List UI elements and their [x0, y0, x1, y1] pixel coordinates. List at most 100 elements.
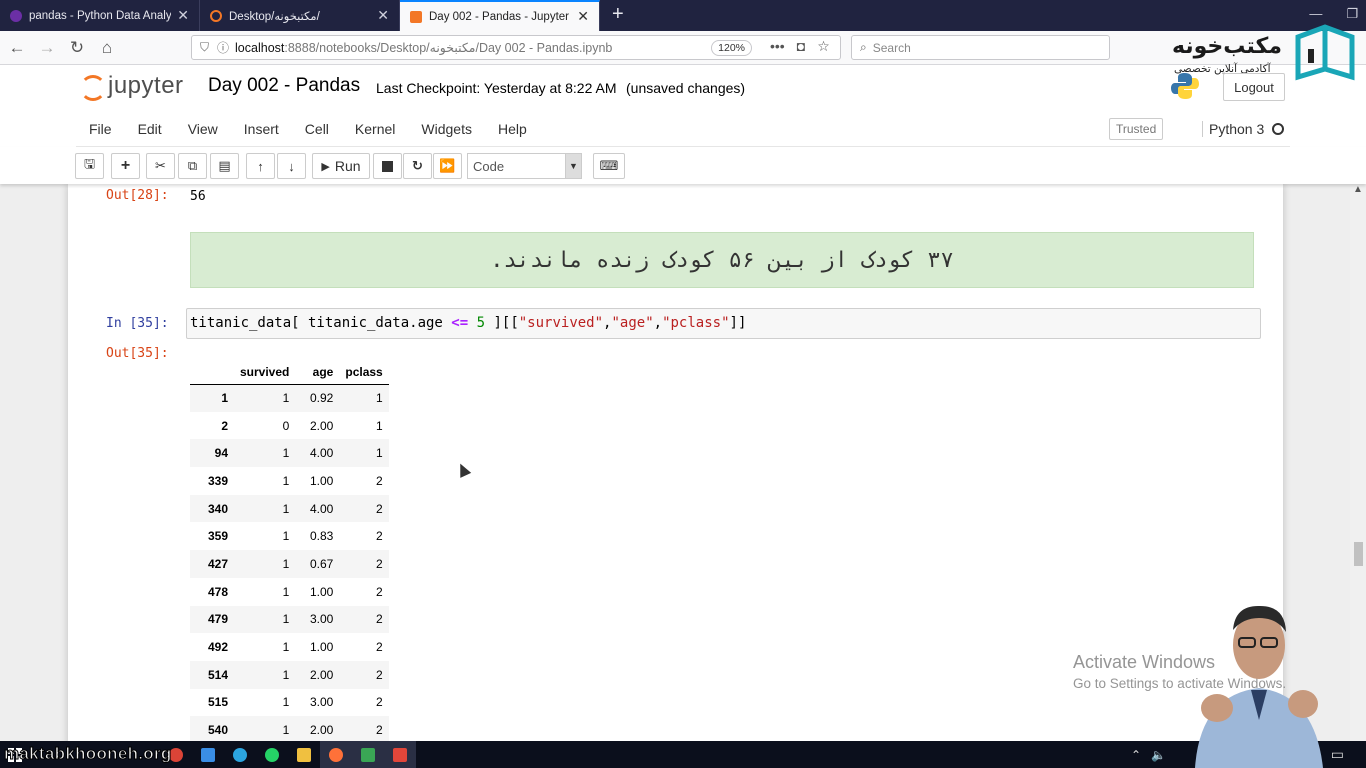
taskbar-camtasia-icon[interactable]	[352, 741, 384, 768]
code-string: "pclass"	[662, 315, 730, 331]
forward-icon[interactable]: →	[34, 35, 60, 61]
column-header: pclass	[339, 360, 389, 385]
move-up-button[interactable]: ↑	[246, 153, 275, 179]
table-row: 1 1 0.92 1	[190, 384, 389, 412]
home-icon[interactable]: ⌂	[94, 35, 120, 61]
close-tab-icon[interactable]: ✕	[377, 7, 389, 24]
taskbar-mail-icon[interactable]	[192, 741, 224, 768]
reload-icon[interactable]: ↻	[64, 35, 90, 61]
browser-tab-strip: pandas - Python Data Analysis ✕ Desktop/…	[0, 0, 1366, 31]
table-cell-pclass: 2	[376, 723, 383, 738]
taskbar-whatsapp-icon[interactable]	[256, 741, 288, 768]
code-cell-editor[interactable]: titanic_data[ titanic_data.age <= 5 ][["…	[186, 308, 1261, 339]
taskbar-explorer-icon[interactable]	[288, 741, 320, 768]
row-index: 479	[207, 612, 228, 627]
zoom-indicator[interactable]: 120%	[711, 39, 752, 56]
markdown-text: ۳۷ کودک از بین ۵۶ کودک زنده ماندند.	[490, 247, 954, 273]
site-info-icon[interactable]: ⓘ	[217, 39, 229, 56]
dataframe-body: 1 1 0.92 1 2 0 2.00 1 94 1 4.00 1 339 1 1.00 2 340 1 4.00 2…	[190, 384, 389, 741]
interrupt-button[interactable]	[373, 153, 402, 179]
restart-icon: ↻	[412, 158, 423, 173]
trusted-indicator[interactable]: Trusted	[1109, 118, 1164, 140]
table-cell-age: 0.92	[310, 391, 334, 406]
menu-widgets[interactable]: Widgets	[408, 121, 485, 137]
more-actions-icon[interactable]: •••	[770, 38, 785, 55]
command-palette-button[interactable]: ⌨	[593, 153, 625, 179]
table-cell-survived: 1	[282, 584, 290, 599]
new-tab-button[interactable]: +	[600, 0, 636, 31]
table-cell-pclass: 1	[376, 391, 383, 406]
restart-button[interactable]: ↻	[403, 153, 432, 179]
jupyter-logo[interactable]: jupyter	[80, 71, 184, 101]
browser-tab-notebook[interactable]: Day 002 - Pandas - Jupyter Not ✕	[400, 0, 600, 31]
cell-type-value: Code	[473, 158, 505, 174]
scrollbar-thumb[interactable]	[1354, 542, 1363, 566]
menu-help[interactable]: Help	[485, 121, 540, 137]
table-cell-age: 4.00	[310, 501, 334, 516]
table-row: 479 1 3.00 2	[190, 605, 389, 634]
notebook-title[interactable]: Day 002 - Pandas	[208, 75, 360, 97]
table-cell-survived: 1	[282, 667, 290, 682]
table-row: 340 1 4.00 2	[190, 494, 389, 523]
run-button[interactable]: ▶ Run	[312, 153, 370, 179]
tray-chevron-up-icon[interactable]: ⌃	[1131, 748, 1141, 762]
browser-tab-desktop[interactable]: Desktop/مکتبخونه/ ✕	[200, 0, 400, 31]
page-scrollbar[interactable]: ▲	[1350, 184, 1366, 741]
jupyter-logo-text: jupyter	[108, 72, 184, 99]
cut-button[interactable]: ✂	[146, 153, 175, 179]
cell-type-select[interactable]: Code ▼	[467, 153, 582, 179]
column-header: survived	[234, 360, 296, 385]
table-row: 94 1 4.00 1	[190, 439, 389, 468]
search-input[interactable]: ⌕ Search	[851, 35, 1110, 60]
tray-speaker-icon[interactable]: 🔈	[1151, 748, 1166, 762]
save-button[interactable]: 🖫	[75, 153, 104, 179]
pocket-icon[interactable]: ◘	[797, 38, 805, 55]
markdown-cell[interactable]: ۳۷ کودک از بین ۵۶ کودک زنده ماندند.	[190, 232, 1254, 288]
move-down-button[interactable]: ↓	[277, 153, 306, 179]
taskbar-recorder-icon[interactable]	[384, 741, 416, 768]
row-index: 340	[207, 501, 228, 516]
taskbar-firefox-icon[interactable]	[320, 741, 352, 768]
dataframe-header-row: survived age pclass	[190, 360, 389, 385]
save-icon: 🖫	[83, 156, 96, 171]
row-index: 2	[221, 418, 228, 433]
index-header	[190, 360, 234, 385]
close-tab-icon[interactable]: ✕	[577, 8, 589, 25]
table-row: 492 1 1.00 2	[190, 633, 389, 661]
column-header: age	[295, 360, 340, 385]
search-placeholder: Search	[872, 40, 911, 55]
browser-tab-pandas-docs[interactable]: pandas - Python Data Analysis ✕	[0, 0, 200, 31]
url-bar[interactable]: ⛉ ⓘ localhost:8888/notebooks/Desktop/مکت…	[191, 35, 841, 60]
autosave-status: (unsaved changes)	[626, 80, 746, 96]
back-icon[interactable]: ←	[4, 35, 30, 61]
notification-icon[interactable]: ▭	[1331, 746, 1344, 763]
presenter-video-overlay	[1195, 605, 1323, 768]
menu-edit[interactable]: Edit	[125, 121, 175, 137]
run-label: Run	[334, 158, 361, 174]
copy-icon: ⧉	[187, 158, 198, 173]
scroll-up-icon[interactable]: ▲	[1350, 184, 1366, 198]
page-action-icons: ••• ◘ ☆	[770, 38, 830, 55]
menu-view[interactable]: View	[175, 121, 231, 137]
menu-cell[interactable]: Cell	[292, 121, 342, 137]
taskbar-telegram-icon[interactable]	[224, 741, 256, 768]
table-cell-pclass: 2	[376, 529, 383, 544]
url-text: localhost:8888/notebooks/Desktop/مکتبخون…	[235, 40, 705, 55]
tracking-shield-icon[interactable]: ⛉	[200, 40, 209, 55]
table-cell-survived: 1	[282, 556, 290, 571]
row-index: 427	[207, 556, 228, 571]
bookmark-star-icon[interactable]: ☆	[817, 38, 830, 55]
menu-kernel[interactable]: Kernel	[342, 121, 408, 137]
restart-run-all-button[interactable]: ⏩	[433, 153, 462, 179]
jupyter-toolbar: 🖫 + ✂ ⧉ ▤ ↑ ↓ ▶ Run ↻ ⏩ Code ▼ ⌨	[0, 147, 1366, 184]
insert-cell-button[interactable]: +	[111, 153, 140, 179]
logout-button[interactable]: Logout	[1223, 73, 1285, 101]
row-index: 1	[221, 391, 228, 406]
copy-button[interactable]: ⧉	[178, 153, 207, 179]
close-tab-icon[interactable]: ✕	[177, 7, 189, 24]
dataframe-output: survived age pclass 1 1 0.92 1 2 0 2.00 1 94 1 4.0…	[190, 360, 389, 741]
menu-file[interactable]: File	[76, 121, 125, 137]
paste-button[interactable]: ▤	[210, 153, 239, 179]
menu-insert[interactable]: Insert	[231, 121, 292, 137]
